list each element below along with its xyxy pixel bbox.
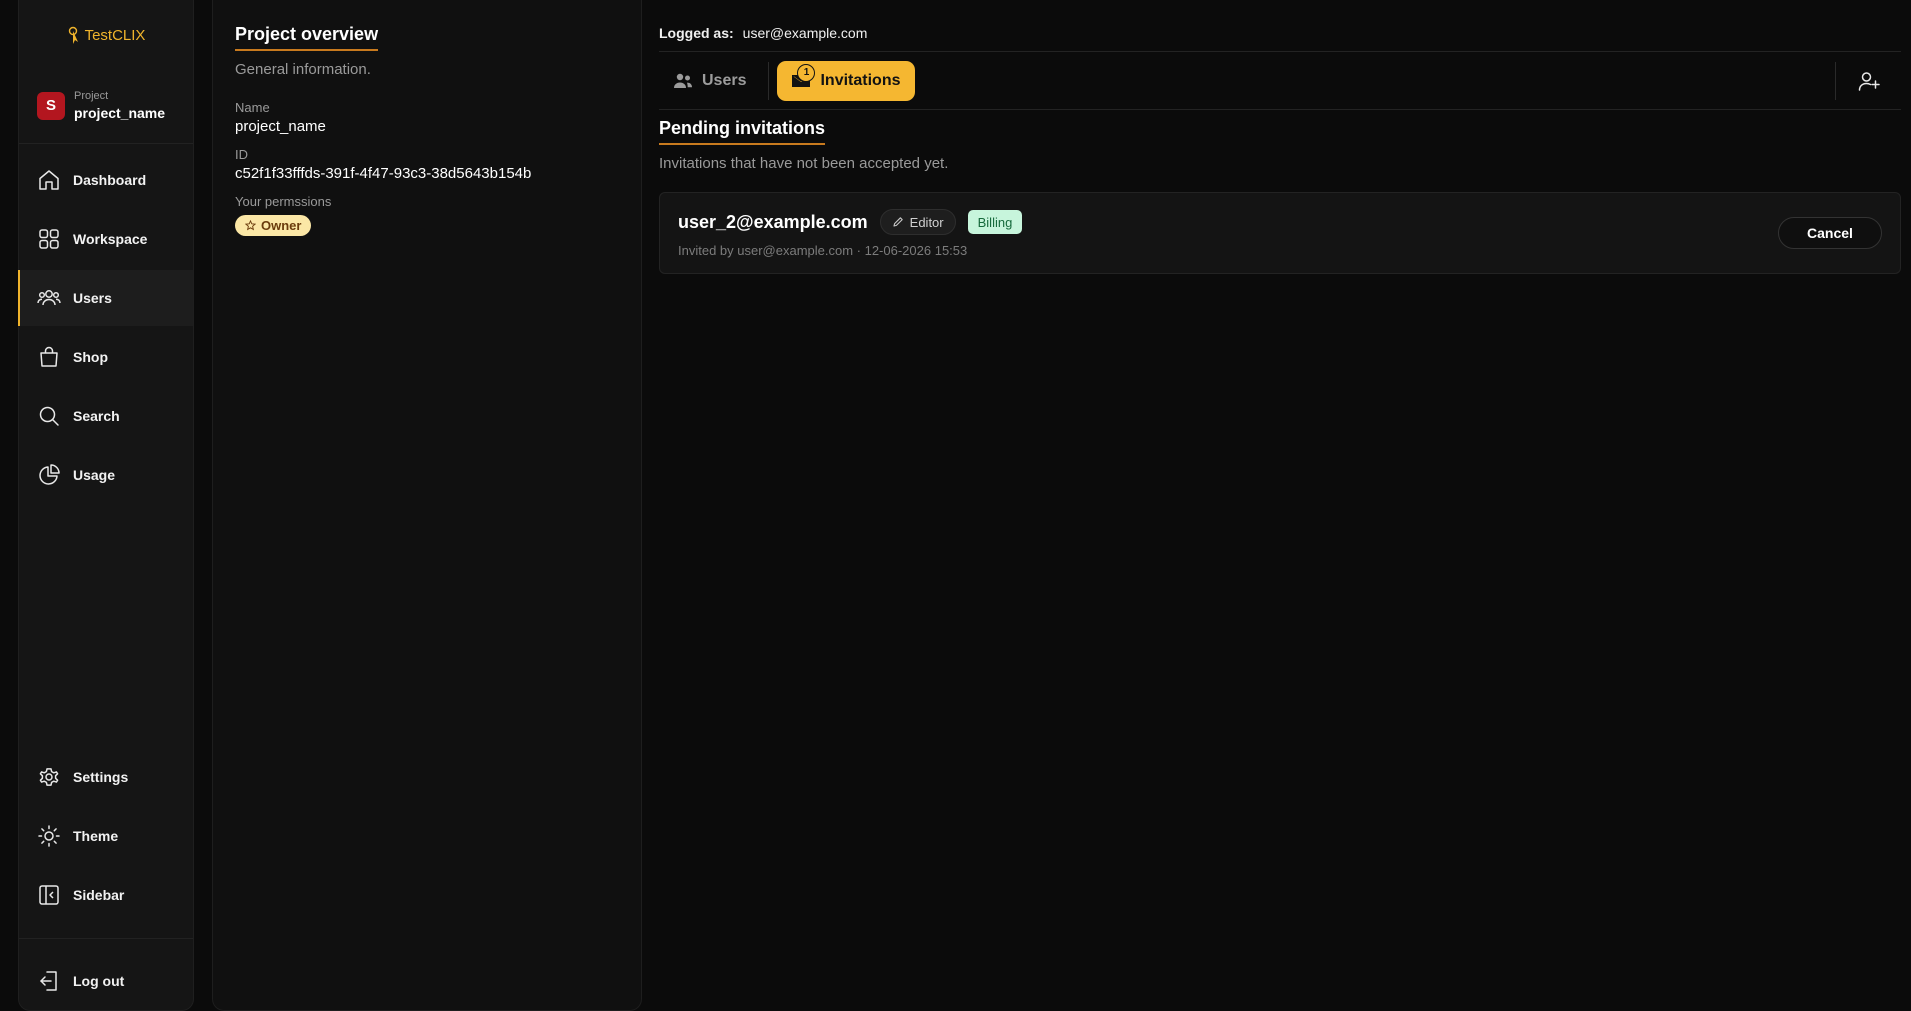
sidebar-toggle-icon	[39, 885, 59, 905]
main-content: Logged as: user@example.com Users 1 Invi…	[659, 0, 1901, 1011]
logo[interactable]: TestCLIX	[19, 0, 193, 70]
invitation-header: user_2@example.com Editor Billing	[678, 209, 1882, 235]
sidebar-item-label: Sidebar	[73, 887, 125, 903]
id-field: ID c52f1f33fffds-391f-4f47-93c3-38d5643b…	[235, 147, 619, 182]
shopping-bag-icon	[40, 346, 58, 367]
gear-icon	[39, 768, 59, 786]
home-icon	[39, 170, 59, 190]
invitee-email: user_2@example.com	[678, 211, 868, 232]
logged-user: user@example.com	[742, 24, 868, 41]
sidebar-item-settings[interactable]: Settings	[19, 749, 193, 805]
sidebar-item-sidebar[interactable]: Sidebar	[19, 867, 193, 923]
add-user-button[interactable]	[1835, 62, 1901, 100]
pie-chart-icon	[39, 464, 60, 485]
project-label: Project	[74, 90, 109, 102]
search-icon	[39, 406, 59, 426]
project-name: project_name	[74, 105, 166, 121]
permissions-field: Your permssions Owner	[235, 194, 619, 236]
cancel-invitation-button[interactable]: Cancel	[1778, 217, 1882, 249]
sidebar-item-users[interactable]: Users	[18, 270, 193, 326]
invitations-count-badge: 1	[797, 63, 816, 82]
role-chip-editor: Editor	[879, 209, 956, 235]
sidebar-item-theme[interactable]: Theme	[19, 808, 193, 864]
logged-in-header: Logged as: user@example.com	[659, 0, 1901, 52]
id-value: c52f1f33fffds-391f-4f47-93c3-38d5643b154…	[235, 165, 532, 182]
tab-users[interactable]: Users	[659, 61, 760, 101]
sidebar-item-label: Theme	[73, 828, 119, 844]
pencil-icon	[893, 217, 903, 227]
grid-icon	[39, 229, 59, 249]
sidebar-item-usage[interactable]: Usage	[19, 447, 193, 503]
sidebar-item-label: Settings	[73, 769, 129, 785]
logout-label: Log out	[73, 973, 125, 989]
sidebar-logout-section: Log out	[19, 938, 193, 1011]
name-value: project_name	[235, 118, 326, 135]
name-field: Name project_name	[235, 100, 619, 135]
users-icon	[37, 290, 61, 306]
sidebar: TestCLIX S Project project_name Dashboar…	[18, 0, 194, 1011]
logo-text: TestCLIX	[84, 26, 146, 44]
role-label: Editor	[909, 214, 944, 230]
permissions-label: Your permssions	[235, 194, 332, 209]
tab-invitations-label: Invitations	[820, 71, 901, 89]
billing-tag: Billing	[967, 210, 1023, 234]
name-label: Name	[235, 100, 270, 115]
sidebar-item-dashboard[interactable]: Dashboard	[19, 152, 193, 208]
app-root: TestCLIX S Project project_name Dashboar…	[0, 0, 1911, 1011]
tab-invitations[interactable]: 1 Invitations	[777, 60, 915, 101]
owner-badge-label: Owner	[261, 218, 302, 233]
logged-label: Logged as:	[659, 24, 734, 41]
sidebar-item-label: Shop	[73, 349, 108, 365]
id-label: ID	[235, 147, 248, 162]
project-overview-panel: Project overview General information. Na…	[212, 0, 642, 1011]
project-switcher[interactable]: S Project project_name	[19, 70, 193, 144]
sidebar-item-label: Search	[73, 408, 120, 424]
pending-subtitle: Invitations that have not been accepted …	[659, 155, 949, 172]
users-icon	[674, 73, 692, 88]
pending-invitations: Pending invitations Invitations that hav…	[659, 118, 1901, 274]
owner-badge: Owner	[235, 215, 312, 236]
tab-divider	[768, 61, 770, 100]
sidebar-bottom-nav: Settings Theme Sidebar	[19, 746, 193, 926]
sidebar-nav: Dashboard Workspace Users Shop Search Us…	[18, 152, 193, 503]
sidebar-item-label: Users	[73, 290, 112, 306]
overview-subtitle: General information.	[235, 61, 371, 78]
star-icon	[245, 220, 256, 231]
sidebar-item-label: Usage	[73, 467, 116, 483]
sun-icon	[38, 825, 60, 847]
pending-title: Pending invitations	[659, 118, 826, 145]
user-plus-icon	[1858, 72, 1880, 91]
sidebar-item-search[interactable]: Search	[19, 388, 193, 444]
sidebar-item-workspace[interactable]: Workspace	[19, 211, 193, 267]
logout-icon	[40, 971, 57, 991]
logo-icon	[68, 26, 78, 44]
invitation-card: user_2@example.com Editor Billing Invite…	[659, 192, 1901, 274]
invitation-meta: Invited by user@example.com · 12-06-2026…	[678, 243, 968, 258]
project-meta: Project project_name	[74, 90, 165, 121]
sidebar-item-label: Dashboard	[73, 172, 147, 188]
overview-title: Project overview	[235, 24, 379, 51]
tab-bar: Users 1 Invitations	[659, 52, 1901, 110]
sidebar-item-label: Workspace	[73, 231, 148, 247]
tab-users-label: Users	[702, 71, 747, 89]
logout-button[interactable]: Log out	[19, 953, 193, 1009]
project-avatar: S	[37, 91, 65, 120]
sidebar-item-shop[interactable]: Shop	[19, 329, 193, 385]
